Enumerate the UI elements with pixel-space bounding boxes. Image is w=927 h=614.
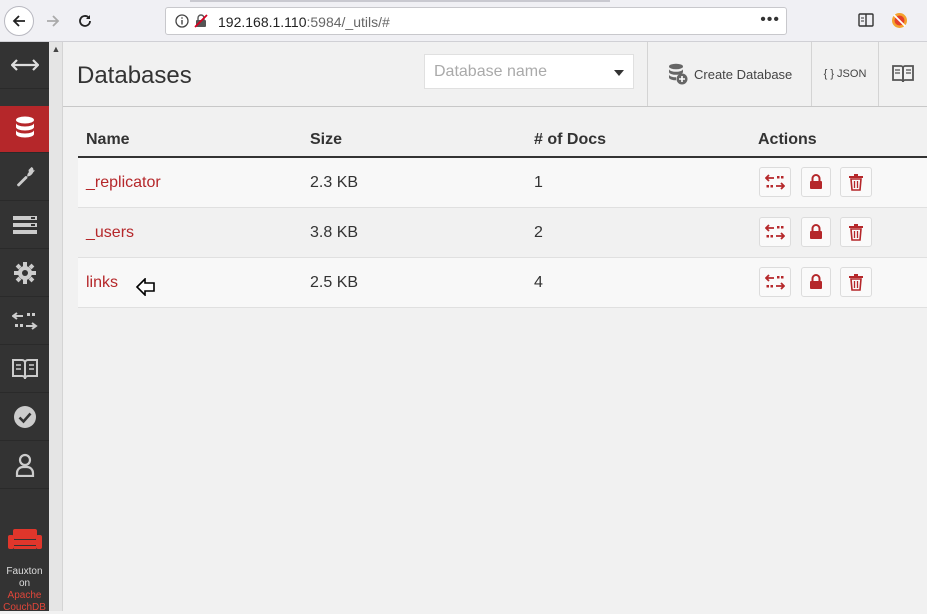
replicate-button[interactable] [759, 217, 791, 247]
sidebar: Fauxton on Apache CouchDB [0, 42, 49, 614]
json-link[interactable]: { } JSON [811, 42, 878, 106]
scroll-up-icon[interactable]: ▲ [50, 42, 62, 56]
delete-button[interactable] [840, 217, 872, 247]
permissions-button[interactable] [801, 217, 831, 247]
arrow-left-icon [12, 15, 25, 27]
reload-button[interactable] [70, 6, 100, 36]
insecure-lock-icon[interactable] [194, 14, 208, 28]
trash-icon [849, 274, 863, 291]
tasks-icon [12, 216, 37, 234]
mouse-cursor-icon [136, 278, 155, 296]
arrow-right-icon [47, 15, 60, 27]
reader-view-icon[interactable] [858, 12, 874, 28]
sidebar-item-verify[interactable] [0, 394, 49, 441]
table-row: _replicator 2.3 KB 1 [78, 158, 927, 208]
database-doc-count: 4 [534, 274, 543, 291]
sidebar-item-replication[interactable] [0, 298, 49, 345]
replicate-button[interactable] [759, 267, 791, 297]
tab-strip [190, 0, 610, 2]
database-icon [15, 116, 34, 138]
footer-link-apache[interactable]: Apache [0, 590, 49, 602]
browser-toolbar: 192.168.1.110:5984/_utils/# ••• [0, 0, 927, 42]
table-row: _users 3.8 KB 2 [78, 208, 927, 258]
sidebar-item-active-tasks[interactable] [0, 202, 49, 249]
url-path: :5984/_utils/# [306, 14, 390, 30]
trash-icon [849, 224, 863, 241]
sidebar-item-user[interactable] [0, 442, 49, 489]
lock-icon [810, 174, 822, 189]
double-arrow-icon [10, 59, 39, 71]
lock-icon [810, 224, 822, 239]
back-button[interactable] [4, 6, 34, 36]
forward-button[interactable] [38, 6, 68, 36]
gear-icon [13, 262, 36, 284]
permissions-button[interactable] [801, 267, 831, 297]
replication-icon [11, 312, 38, 330]
database-add-icon [669, 63, 688, 85]
replication-icon [765, 174, 785, 190]
column-header-size[interactable]: Size [310, 131, 342, 149]
documentation-button[interactable] [878, 42, 927, 106]
footer-link-couchdb[interactable]: CouchDB [0, 602, 49, 614]
sidebar-item-documentation[interactable] [0, 346, 49, 393]
sidebar-item-setup[interactable] [0, 154, 49, 201]
column-header-name[interactable]: Name [86, 131, 130, 149]
database-search[interactable] [424, 54, 634, 89]
page-header: Databases Create Database { } JSON [63, 42, 927, 107]
couchdb-logo[interactable] [0, 520, 49, 560]
reload-icon [79, 15, 91, 27]
extension-icon[interactable] [891, 12, 908, 29]
database-doc-count: 1 [534, 174, 543, 191]
check-icon [13, 406, 36, 428]
lock-icon [810, 274, 822, 289]
database-link[interactable]: _replicator [86, 174, 161, 192]
delete-button[interactable] [840, 167, 872, 197]
sidebar-item-databases[interactable] [0, 106, 49, 153]
create-database-button[interactable]: Create Database [647, 42, 811, 106]
page-actions-icon[interactable]: ••• [760, 11, 780, 29]
database-size: 2.5 KB [310, 274, 359, 291]
sidebar-footer: Fauxton on Apache CouchDB [0, 566, 49, 614]
database-name-input[interactable] [425, 55, 605, 88]
sidebar-item-config[interactable] [0, 250, 49, 297]
footer-line1: Fauxton [6, 566, 43, 577]
database-size: 2.3 KB [310, 174, 359, 191]
sidebar-toggle[interactable] [0, 42, 49, 89]
replicate-button[interactable] [759, 167, 791, 197]
table-row: links 2.5 KB 4 [78, 258, 927, 308]
couch-icon [7, 529, 42, 549]
database-link[interactable]: links [86, 274, 118, 292]
sidebar-scrollbar[interactable]: ▲ [49, 42, 63, 611]
trash-icon [849, 174, 863, 191]
footer-line2: on [18, 578, 31, 589]
databases-table: Name Size # of Docs Actions _replicator … [78, 118, 927, 308]
url-text: 192.168.1.110:5984/_utils/# [218, 14, 390, 30]
delete-button[interactable] [840, 267, 872, 297]
json-label: { } JSON [823, 68, 867, 80]
info-icon[interactable] [175, 14, 189, 28]
page-title: Databases [77, 62, 192, 89]
create-database-label: Create Database [694, 66, 793, 82]
column-header-actions: Actions [758, 131, 817, 148]
user-icon [15, 453, 34, 477]
chevron-down-icon[interactable] [614, 70, 624, 76]
database-doc-count: 2 [534, 224, 543, 241]
book-icon [892, 65, 914, 83]
table-header: Name Size # of Docs Actions [78, 118, 927, 158]
column-header-docs[interactable]: # of Docs [534, 131, 606, 149]
replication-icon [765, 224, 785, 240]
replication-icon [765, 274, 785, 290]
database-size: 3.8 KB [310, 224, 359, 241]
permissions-button[interactable] [801, 167, 831, 197]
wrench-icon [16, 167, 35, 187]
database-link[interactable]: _users [86, 224, 134, 242]
book-icon [11, 359, 38, 380]
address-bar[interactable]: 192.168.1.110:5984/_utils/# ••• [165, 7, 787, 35]
url-host: 192.168.1.110 [218, 14, 307, 30]
